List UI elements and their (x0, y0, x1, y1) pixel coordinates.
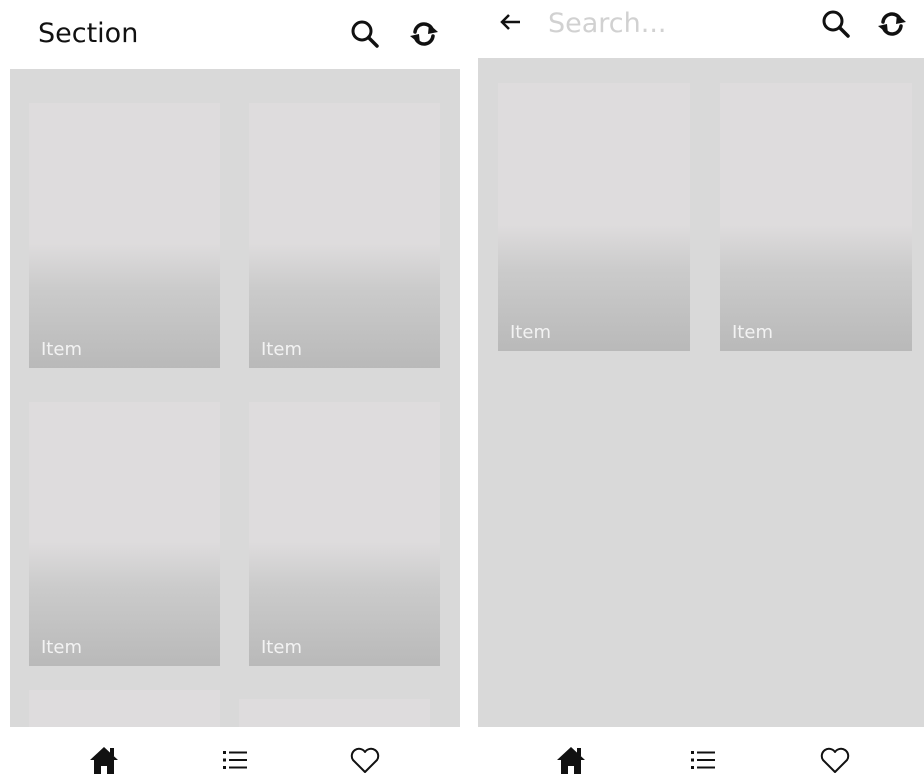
home-icon[interactable] (87, 743, 121, 777)
item-label: Item (41, 637, 82, 658)
item-label: Item (732, 322, 773, 343)
item-card[interactable]: Item (249, 402, 440, 666)
app-header: Section (0, 0, 470, 69)
refresh-icon[interactable] (876, 8, 908, 40)
search-input[interactable] (548, 5, 778, 41)
item-card[interactable]: Item (29, 402, 220, 666)
item-card[interactable] (239, 699, 430, 727)
search-screen: Item Item (478, 0, 924, 782)
item-card[interactable] (29, 690, 220, 727)
home-icon[interactable] (554, 743, 588, 777)
heart-icon[interactable] (348, 743, 382, 777)
item-label: Item (41, 339, 82, 360)
heart-icon[interactable] (818, 743, 852, 777)
bottom-nav (478, 727, 924, 782)
item-card[interactable]: Item (249, 103, 440, 368)
list-icon[interactable] (218, 743, 252, 777)
bottom-nav (0, 727, 470, 782)
search-results-grid: Item Item (478, 58, 924, 727)
search-icon[interactable] (349, 18, 381, 50)
arrow-left-icon[interactable] (496, 8, 524, 36)
search-icon[interactable] (820, 8, 852, 40)
search-header (478, 0, 924, 58)
page-title: Section (38, 18, 139, 49)
item-card[interactable]: Item (720, 83, 912, 351)
refresh-icon[interactable] (408, 18, 440, 50)
item-card[interactable]: Item (29, 103, 220, 368)
item-label: Item (261, 637, 302, 658)
item-label: Item (261, 339, 302, 360)
section-screen: Section Item Item Item Item (0, 0, 470, 782)
item-card[interactable]: Item (498, 83, 690, 351)
list-icon[interactable] (686, 743, 720, 777)
items-grid: Item Item Item Item (10, 69, 460, 727)
item-label: Item (510, 322, 551, 343)
